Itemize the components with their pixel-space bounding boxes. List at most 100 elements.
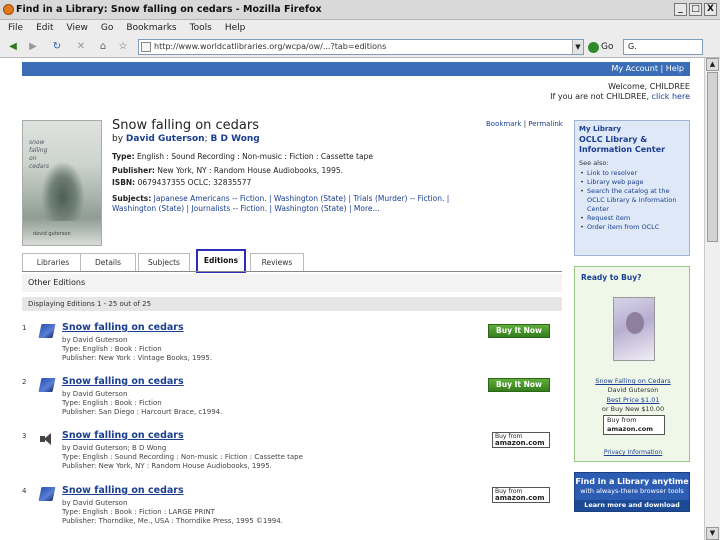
book-title: Snow falling on cedars: [112, 118, 260, 133]
menu-go[interactable]: Go: [101, 20, 113, 36]
welcome-block: Welcome, CHILDREE If you are not CHILDRE…: [550, 82, 690, 102]
book-icon: [38, 378, 56, 392]
tab-subjects[interactable]: Subjects: [138, 253, 190, 271]
help-link[interactable]: Help: [666, 64, 684, 73]
forward-arrow-icon[interactable]: ▶: [26, 40, 40, 54]
book-cover-image: snow falling on cedars david guterson: [22, 120, 102, 246]
list-item: 1 Snow falling on cedars by David Guters…: [22, 322, 562, 374]
see-also-label: See also:: [579, 159, 609, 167]
my-account-link[interactable]: My Account: [611, 64, 657, 73]
menu-tools[interactable]: Tools: [190, 20, 212, 36]
result-title-link[interactable]: Snow falling on cedars: [62, 430, 184, 441]
menu-bar: File Edit View Go Bookmarks Tools Help: [0, 20, 720, 36]
isbn-line: ISBN: 0679437355 OCLC: 32835577: [112, 178, 252, 187]
product-cover-image: [613, 297, 655, 361]
scroll-down-icon[interactable]: ▼: [706, 527, 719, 540]
menu-edit[interactable]: Edit: [36, 20, 53, 36]
buy-from-amazon-button[interactable]: Buy from amazon.com: [492, 432, 550, 448]
scroll-thumb[interactable]: [707, 72, 718, 242]
result-number: 1: [22, 324, 27, 332]
firefox-icon: [3, 4, 14, 15]
navigation-toolbar: ◀ ▶ ↻ ✕ ⌂ ☆ http://www.worldcatlibraries…: [0, 36, 720, 58]
subjects-links[interactable]: Japanese Americans -- Fiction. | Washing…: [112, 194, 449, 213]
url-dropdown-chevron-icon[interactable]: ▼: [572, 40, 583, 54]
go-label: Go: [601, 42, 614, 52]
buy-it-now-button[interactable]: Buy It Now: [488, 378, 550, 392]
list-item: 3 Snow falling on cedars by David Guters…: [22, 430, 562, 482]
privacy-link[interactable]: Privacy Information: [575, 449, 691, 456]
page-icon: [141, 42, 151, 52]
tab-details[interactable]: Details: [80, 253, 136, 271]
menu-file[interactable]: File: [8, 20, 23, 36]
result-number: 2: [22, 378, 27, 386]
ready-to-buy-heading: Ready to Buy?: [581, 273, 642, 282]
library-link[interactable]: Request item: [579, 214, 685, 223]
tab-reviews[interactable]: Reviews: [250, 253, 304, 271]
library-link[interactable]: Link to resolver: [579, 169, 685, 178]
result-title-link[interactable]: Snow falling on cedars: [62, 322, 184, 333]
ready-to-buy-box: Ready to Buy? Snow Falling on Cedars Dav…: [574, 266, 690, 462]
url-input[interactable]: http://www.worldcatlibraries.org/wcpa/ow…: [138, 39, 584, 55]
stop-icon[interactable]: ✕: [74, 40, 88, 54]
download-link[interactable]: Learn more and download: [575, 500, 689, 511]
library-link[interactable]: Search the catalog at the OCLC Library &…: [579, 187, 685, 214]
search-input[interactable]: G.: [623, 39, 703, 55]
buy-from-amazon-button[interactable]: Buy from amazon.com: [492, 487, 550, 503]
list-item: 4 Snow falling on cedars by David Guters…: [22, 485, 562, 537]
library-name: OCLC Library & Information Center: [579, 135, 666, 154]
result-title-link[interactable]: Snow falling on cedars: [62, 485, 184, 496]
vertical-scrollbar[interactable]: ▲ ▼: [704, 58, 720, 540]
displaying-count: Displaying Editions 1 - 25 out of 25: [22, 297, 562, 311]
type-line: Type: English : Sound Recording : Non-mu…: [112, 152, 373, 161]
my-library-box: My Library OCLC Library & Information Ce…: [574, 120, 690, 256]
library-link[interactable]: Order item from OCLC: [579, 223, 685, 232]
window-title: Find in a Library: Snow falling on cedar…: [16, 4, 322, 15]
click-here-link[interactable]: click here: [652, 92, 690, 101]
subjects-line: Subjects: Japanese Americans -- Fiction.…: [112, 194, 450, 213]
reload-icon[interactable]: ↻: [50, 40, 64, 54]
book-icon: [38, 324, 56, 338]
library-link[interactable]: Library web page: [579, 178, 685, 187]
list-item: 2 Snow falling on cedars by David Guters…: [22, 376, 562, 428]
buy-it-now-button[interactable]: Buy It Now: [488, 324, 550, 338]
book-actions: Bookmark | Permalink: [486, 120, 563, 128]
buy-new-price: or Buy New $10.00: [601, 405, 665, 413]
product-title-link[interactable]: Snow Falling on Cedars: [575, 377, 691, 385]
permalink-link[interactable]: Permalink: [528, 120, 563, 128]
menu-view[interactable]: View: [67, 20, 88, 36]
welcome-text: Welcome, CHILDREE: [608, 82, 690, 91]
maximize-button[interactable]: □: [689, 3, 702, 16]
publisher-line: Publisher: New York, NY : Random House A…: [112, 166, 343, 175]
tab-libraries[interactable]: Libraries: [22, 253, 84, 271]
book-authors: by David Guterson; B D Wong: [112, 134, 260, 144]
close-button[interactable]: X: [704, 3, 717, 16]
bookmark-star-icon[interactable]: ☆: [116, 40, 130, 54]
my-library-label: My Library: [579, 125, 622, 133]
promo-banner[interactable]: Find in a Library anytime with always-th…: [574, 472, 690, 512]
back-arrow-icon[interactable]: ◀: [6, 40, 20, 54]
go-icon: [588, 41, 599, 53]
window-titlebar: Find in a Library: Snow falling on cedar…: [0, 0, 720, 20]
author-link[interactable]: B D Wong: [211, 134, 260, 144]
menu-help[interactable]: Help: [225, 20, 246, 36]
tab-editions[interactable]: Editions: [196, 249, 246, 273]
url-text: http://www.worldcatlibraries.org/wcpa/ow…: [154, 42, 387, 51]
result-title-link[interactable]: Snow falling on cedars: [62, 376, 184, 387]
best-price-link[interactable]: Best Price $1.01: [575, 396, 691, 404]
tabs-divider: [22, 271, 562, 272]
bookmark-link[interactable]: Bookmark: [486, 120, 521, 128]
home-icon[interactable]: ⌂: [96, 40, 110, 54]
product-author: David Guterson: [607, 386, 659, 394]
page-content: My Account | Help Welcome, CHILDREE If y…: [0, 58, 704, 540]
buy-from-amazon-button[interactable]: Buy from amazon.com: [603, 415, 665, 435]
menu-bookmarks[interactable]: Bookmarks: [126, 20, 176, 36]
result-number: 3: [22, 432, 27, 440]
account-bar: My Account | Help: [22, 62, 690, 76]
result-number: 4: [22, 487, 27, 495]
minimize-button[interactable]: _: [674, 3, 687, 16]
book-icon: [38, 487, 56, 501]
author-link[interactable]: David Guterson: [126, 134, 205, 144]
sound-icon: [40, 432, 54, 446]
scroll-up-icon[interactable]: ▲: [706, 58, 719, 71]
go-button[interactable]: Go: [588, 39, 613, 55]
